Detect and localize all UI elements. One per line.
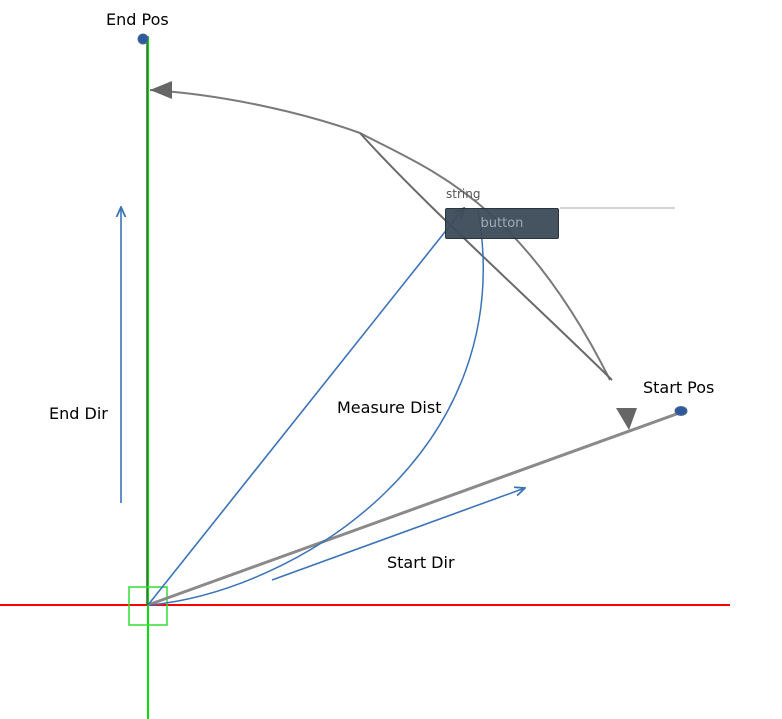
button[interactable]: button (445, 208, 559, 239)
string-label: string (446, 187, 481, 201)
measure-dist-label: Measure Dist (337, 398, 442, 417)
start-pos-label: Start Pos (643, 378, 715, 397)
scene-canvas (0, 33, 730, 719)
end-dir-label: End Dir (49, 404, 108, 423)
start-pos-arrowhead (616, 408, 637, 430)
start-tangent-line (147, 410, 683, 607)
start-pos-handle[interactable] (674, 406, 688, 416)
end-pos-arrowhead (150, 81, 172, 99)
start-dir-label: Start Dir (387, 553, 455, 572)
curve-inner-line (359, 132, 613, 381)
end-pos-label: End Pos (106, 10, 169, 29)
end-pos-handle[interactable] (137, 33, 149, 45)
